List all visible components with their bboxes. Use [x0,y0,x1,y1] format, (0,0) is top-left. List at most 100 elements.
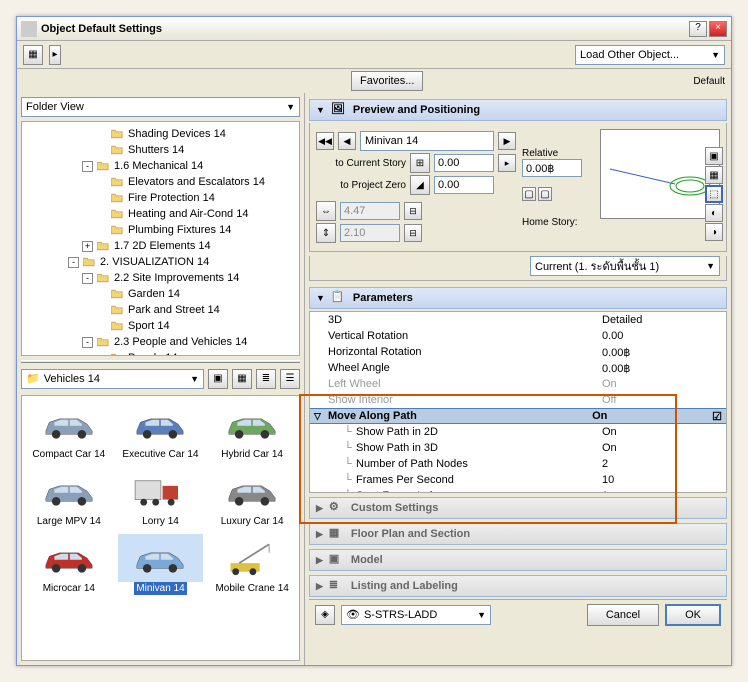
relative-input[interactable]: 0.00฿ [522,159,582,177]
tree-node[interactable]: Elevators and Escalators 14 [26,174,295,190]
link-1-button[interactable]: ⊟ [404,202,422,220]
project-zero-input[interactable]: 0.00 [434,176,494,194]
height-icon[interactable]: ⇕ [316,223,336,243]
thumb-folder-dropdown[interactable]: 📁 Vehicles 14 ▼ [21,369,204,389]
param-row[interactable]: └Number of Path Nodes2 [310,456,726,472]
object-thumbnail[interactable]: Microcar 14 [24,532,114,597]
close-button[interactable]: × [709,21,727,37]
tree-node[interactable]: Garden 14 [26,286,295,302]
zero-icon[interactable]: ◢ [410,175,430,195]
prev-button[interactable]: ◀◀ [316,132,334,150]
param-row[interactable]: └Show Path in 2DOn [310,424,726,440]
link-2-button[interactable]: ⊟ [404,224,422,242]
tree-node[interactable]: Plumbing Fixtures 14 [26,222,295,238]
param-row[interactable]: ▽Move Along PathOn☑ [310,408,726,424]
next-button[interactable]: ▶ [498,132,516,150]
layer-dropdown[interactable]: 👁 S-STRS-LADD ▼ [341,605,491,625]
tree-node[interactable]: Fire Protection 14 [26,190,295,206]
section-preview-header[interactable]: ▼ 🖼 Preview and Positioning [309,99,727,121]
thumb-label: Microcar 14 [41,582,97,595]
param-value: On [592,410,712,422]
object-thumbnail[interactable]: Lorry 14 [116,465,206,530]
param-row[interactable]: Vertical Rotation0.00 [310,328,726,344]
cancel-button[interactable]: Cancel [587,604,659,626]
layer-icon[interactable]: ◈ [315,605,335,625]
folder-view-dropdown[interactable]: Folder View ▼ [21,97,300,117]
thumb-label: Luxury Car 14 [219,515,286,528]
tree-node[interactable]: -2.2 Site Improvements 14 [26,270,295,286]
folder-tree[interactable]: Shading Devices 14 Shutters 14 -1.6 Mechan… [21,121,300,356]
param-row[interactable]: Show InteriorOff [310,392,726,408]
param-label: Number of Path Nodes [356,458,602,470]
view-small-icon[interactable]: ▦ [232,369,252,389]
width-input: 4.47 [340,202,400,220]
param-row[interactable]: └Frames Per Second10 [310,472,726,488]
tree-node[interactable]: -2.3 People and Vehicles 14 [26,334,295,350]
tree-node[interactable]: +1.7 2D Elements 14 [26,238,295,254]
section-custom-header[interactable]: ▶⚙Custom Settings [309,497,727,519]
view-list-icon[interactable]: ≣ [256,369,276,389]
width-icon[interactable]: ⇔ [316,201,336,221]
section-model-title: Model [351,554,383,566]
view-details-icon[interactable]: ☰ [280,369,300,389]
thumb-label: Minivan 14 [134,582,186,595]
favorites-label: Favorites... [360,75,414,87]
tree-node[interactable]: Sport 14 [26,318,295,334]
view-iso-button[interactable]: ⬚ [705,185,723,203]
favorites-button[interactable]: Favorites... [351,71,423,91]
object-thumbnail[interactable]: Hybrid Car 14 [207,398,297,463]
object-thumbnail[interactable]: Minivan 14 [116,532,206,597]
tree-node[interactable]: Heating and Air-Cond 14 [26,206,295,222]
section-model-header[interactable]: ▶▣Model [309,549,727,571]
folder-icon [110,288,124,300]
right-pane: ▼ 🖼 Preview and Positioning ◀◀ ◀ Minivan… [305,93,731,665]
current-story-input[interactable]: 0.00 [434,154,494,172]
prev-one-button[interactable]: ◀ [338,132,356,150]
param-row[interactable]: └Start Frame Index1 [310,488,726,493]
param-value: 1 [602,490,722,493]
expand-button[interactable]: ▸ [49,45,61,65]
tree-node[interactable]: Park and Street 14 [26,302,295,318]
section-params-header[interactable]: ▼ 📋 Parameters [309,287,727,309]
param-row[interactable]: Horizontal Rotation0.00฿ [310,344,726,360]
folder-icon [110,320,124,332]
tree-node[interactable]: Shading Devices 14 [26,126,295,142]
object-thumbnail[interactable]: Luxury Car 14 [207,465,297,530]
mirror-x-button[interactable]: ▢ [522,187,536,201]
ok-button[interactable]: OK [665,604,721,626]
story-icon[interactable]: ⊞ [410,153,430,173]
mirror-y-button[interactable]: ▢ [538,187,552,201]
help-button[interactable]: ? [689,21,707,37]
param-value: 0.00 [602,330,722,342]
view-top-button[interactable]: ▦ [705,166,723,184]
section-listing-header[interactable]: ▶≣Listing and Labeling [309,575,727,597]
folder-icon [110,352,124,356]
tree-node[interactable]: People 14 [26,350,295,356]
object-name-field[interactable]: Minivan 14 [360,131,494,151]
tree-node[interactable]: -2. VISUALIZATION 14 [26,254,295,270]
param-label: Show Path in 2D [356,426,602,438]
param-row[interactable]: Left WheelOn [310,376,726,392]
section-floor-header[interactable]: ▶▦Floor Plan and Section [309,523,727,545]
tree-node[interactable]: -1.6 Mechanical 14 [26,158,295,174]
object-thumbnail[interactable]: Large MPV 14 [24,465,114,530]
splitter[interactable] [21,360,300,363]
view-front-button[interactable]: ◑ [705,223,723,241]
object-thumbnail[interactable]: Mobile Crane 14 [207,532,297,597]
object-thumbnail[interactable]: Compact Car 14 [24,398,114,463]
app-icon [21,21,37,37]
param-row[interactable]: Wheel Angle0.00฿ [310,360,726,376]
tree-node[interactable]: Shutters 14 [26,142,295,158]
load-other-dropdown[interactable]: Load Other Object... ▼ [575,45,725,65]
story-expand-button[interactable]: ▸ [498,154,516,172]
tree-label: Shutters 14 [128,144,184,156]
param-row[interactable]: └Show Path in 3DOn [310,440,726,456]
view-3d-button[interactable]: ▣ [705,147,723,165]
view-large-icon[interactable]: ▣ [208,369,228,389]
home-story-dropdown[interactable]: Current (1. ระดับพื้นชั้น 1) ▼ [530,256,720,276]
param-row[interactable]: 3DDetailed [310,312,726,328]
layout-button[interactable]: ▦ [23,45,43,65]
tree-label: Shading Devices 14 [128,128,226,140]
object-thumbnail[interactable]: Executive Car 14 [116,398,206,463]
view-side-button[interactable]: ◐ [705,204,723,222]
